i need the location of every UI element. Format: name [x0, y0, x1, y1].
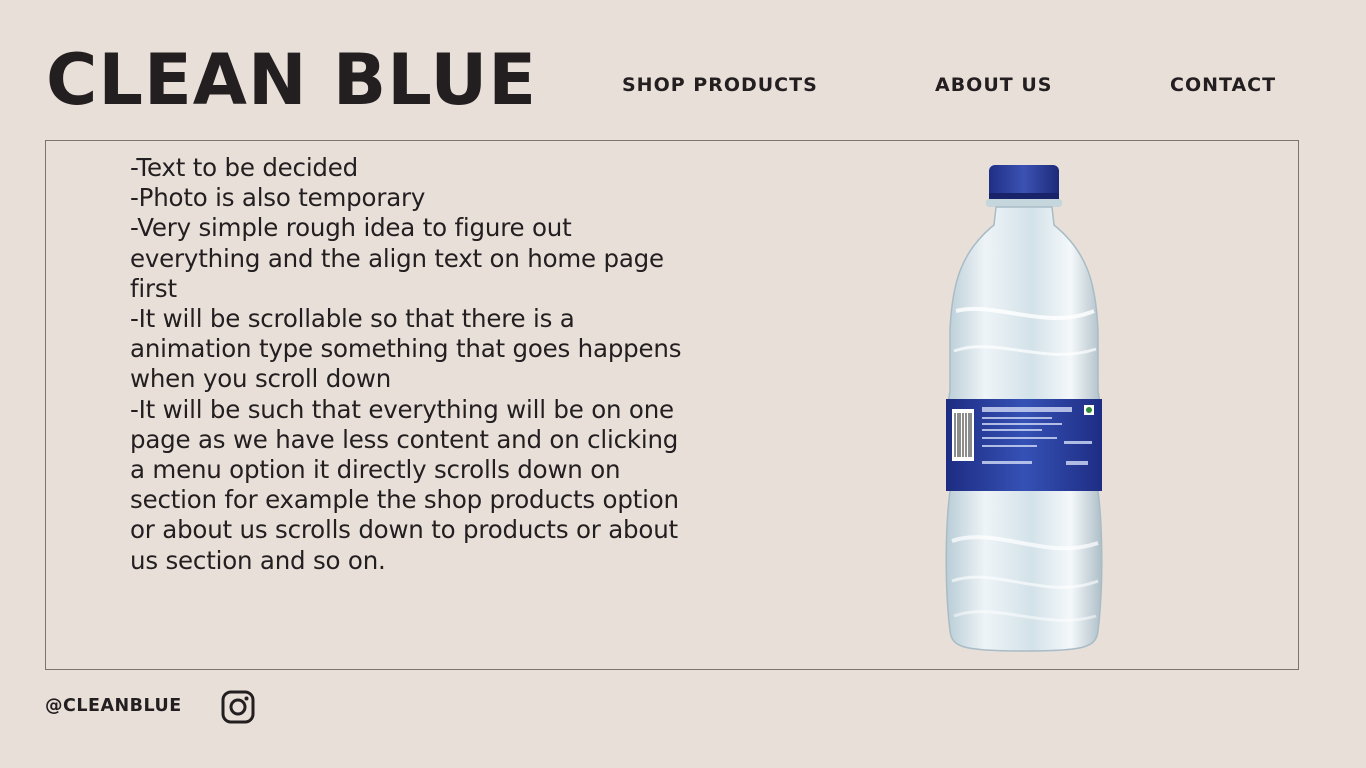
nav-contact[interactable]: CONTACT — [1170, 74, 1276, 96]
water-bottle-photo — [936, 161, 1116, 655]
brand-title: CLEAN BLUE — [46, 39, 538, 121]
nav-shop-products[interactable]: SHOP PRODUCTS — [622, 74, 818, 96]
note-line: -Very simple rough idea to figure out ev… — [130, 213, 664, 303]
content-panel: -Text to be decided -Photo is also tempo… — [45, 140, 1299, 670]
note-line: -Photo is also temporary — [130, 183, 426, 213]
note-line: -It will be scrollable so that there is … — [130, 304, 682, 394]
social-handle: @CLEANBLUE — [45, 696, 182, 716]
note-line: -It will be such that everything will be… — [130, 394, 679, 575]
nav-about-us[interactable]: ABOUT US — [935, 74, 1052, 96]
note-line: -Text to be decided — [130, 153, 359, 182]
notes-text: -Text to be decided -Photo is also tempo… — [130, 153, 690, 576]
instagram-icon[interactable] — [221, 690, 255, 724]
